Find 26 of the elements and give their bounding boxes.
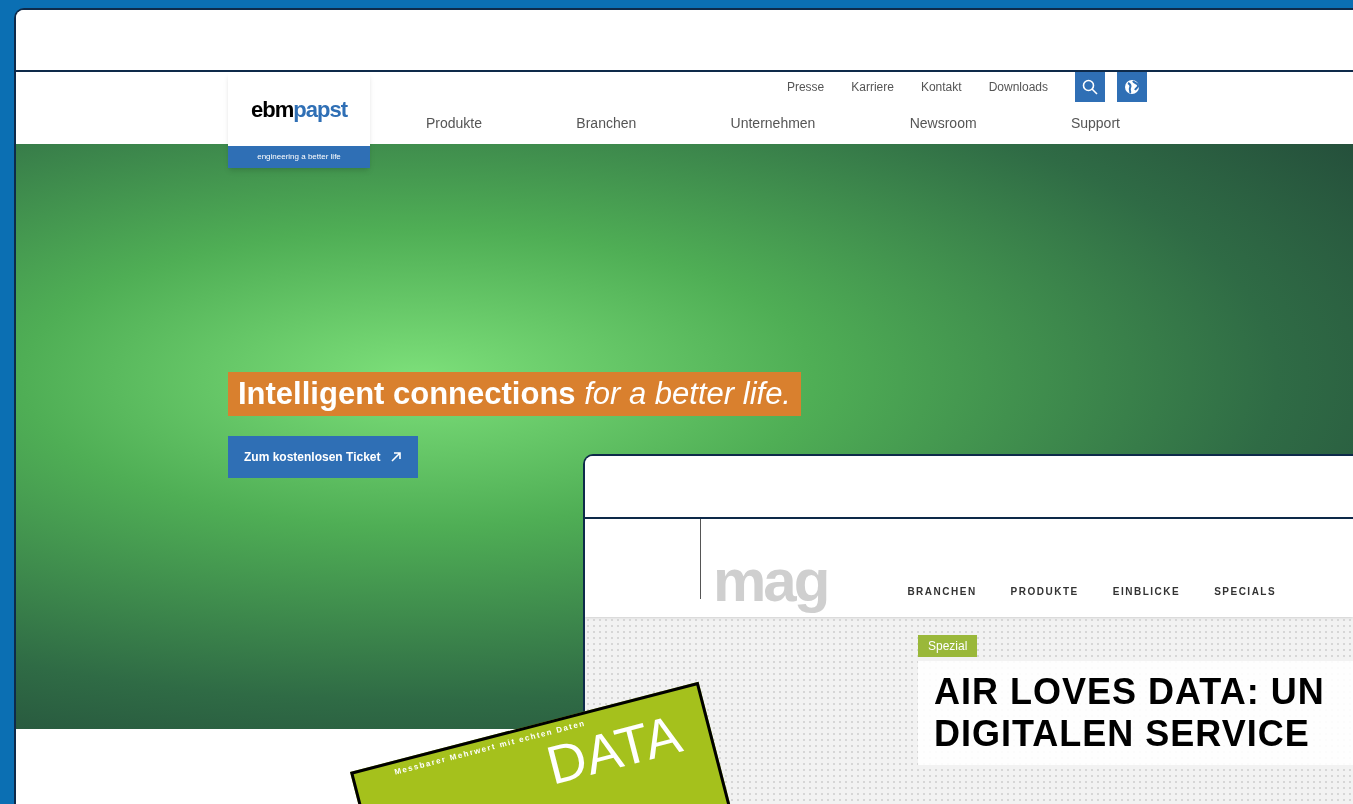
nav-link[interactable]: SPECIALS — [1214, 584, 1277, 599]
globe-icon — [1124, 79, 1140, 95]
nav-link[interactable]: BRANCHEN — [907, 584, 977, 599]
logo-card[interactable]: ebmpapst engineering a better life — [228, 72, 370, 168]
article-headline: DIGITALEN SERVICE — [934, 713, 1311, 755]
nav-link[interactable]: Branchen — [576, 112, 637, 134]
hero-headline: Intelligent connections for a better life. — [228, 372, 801, 416]
category-tag: Spezial — [918, 635, 978, 657]
top-link[interactable]: Kontakt — [920, 78, 962, 96]
nav-link[interactable]: EINBLICKE — [1112, 584, 1181, 599]
nav-link[interactable]: Support — [1070, 112, 1120, 134]
nav-link[interactable]: Unternehmen — [730, 112, 816, 134]
top-link[interactable]: Presse — [786, 78, 825, 96]
search-button[interactable] — [1075, 72, 1105, 102]
arrow-icon — [390, 451, 403, 463]
site-logo: ebmpapst — [250, 95, 349, 124]
nav-link[interactable]: Newsroom — [909, 112, 977, 134]
top-link[interactable]: Karriere — [851, 78, 894, 96]
article-headline: AIR LOVES DATA: UN — [934, 671, 1326, 713]
search-icon — [1082, 79, 1098, 95]
language-button[interactable] — [1117, 72, 1147, 102]
logo-tagline: engineering a better life — [228, 146, 370, 168]
ticket-button[interactable]: Zum kostenlosen Ticket — [228, 436, 419, 478]
nav-link[interactable]: Produkte — [426, 112, 483, 134]
nav-link[interactable]: PRODUKTE — [1010, 584, 1079, 599]
top-link[interactable]: Downloads — [988, 78, 1048, 96]
